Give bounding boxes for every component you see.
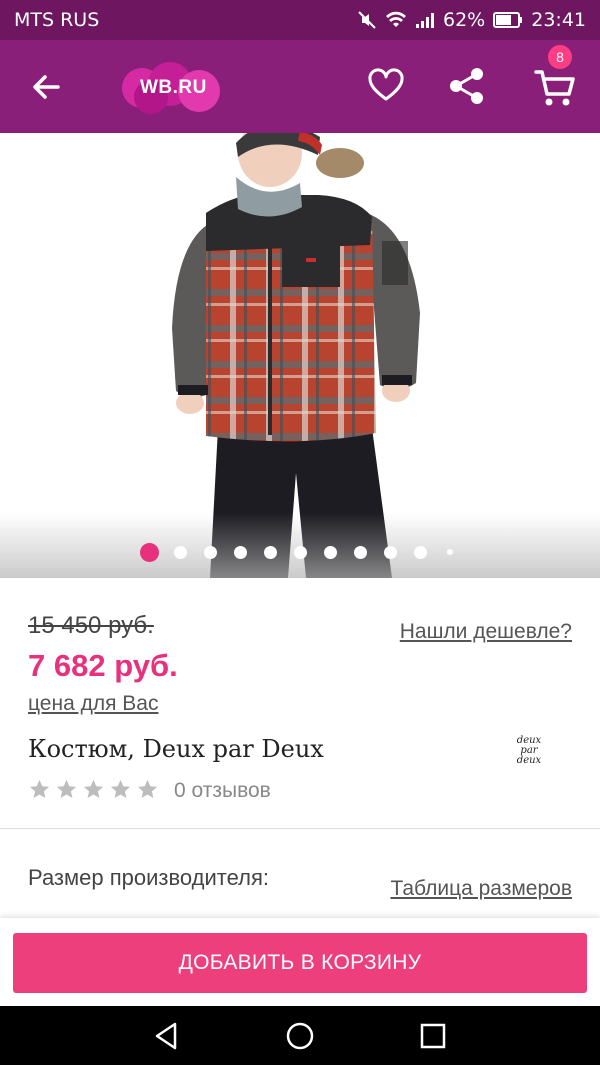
- wifi-icon: [385, 11, 407, 29]
- price-for-you-link[interactable]: цена для Вас: [28, 692, 158, 716]
- star-icon: [29, 779, 50, 799]
- current-price: 7 682 руб.: [28, 648, 178, 683]
- add-to-cart-button[interactable]: ДОБАВИТЬ В КОРЗИНУ: [13, 933, 587, 993]
- reviews-count[interactable]: 0 отзывов: [174, 779, 271, 803]
- gallery-dot[interactable]: [234, 546, 247, 559]
- back-button[interactable]: [26, 67, 66, 107]
- mute-icon: [357, 10, 377, 30]
- add-to-cart-bar: ДОБАВИТЬ В КОРЗИНУ: [0, 918, 600, 1006]
- nav-back-icon[interactable]: [151, 1020, 183, 1052]
- star-icon: [56, 779, 77, 799]
- favorite-button[interactable]: [367, 67, 405, 105]
- battery-percent: 62%: [443, 9, 486, 31]
- share-icon: [450, 68, 483, 104]
- found-cheaper-link[interactable]: Нашли дешевле?: [400, 620, 572, 644]
- battery-icon: [493, 12, 523, 28]
- star-icon: [137, 779, 158, 799]
- gallery-dot[interactable]: [294, 546, 307, 559]
- gallery-dot[interactable]: [384, 546, 397, 559]
- signal-icon: [415, 11, 435, 29]
- nav-home-icon[interactable]: [284, 1020, 316, 1052]
- product-title: Костюм, Deux par Deux: [28, 735, 324, 763]
- product-photo: [172, 133, 420, 578]
- share-button[interactable]: [447, 66, 487, 106]
- system-nav-bar: [0, 1006, 600, 1065]
- heart-icon: [368, 68, 404, 101]
- rating-stars[interactable]: [28, 778, 159, 801]
- brand-logo[interactable]: deux par deux: [510, 736, 548, 770]
- gallery-pagination: [0, 541, 600, 565]
- nav-recents-icon[interactable]: [417, 1020, 449, 1052]
- gallery-dot[interactable]: [324, 546, 337, 559]
- arrow-left-icon: [33, 75, 60, 99]
- product-image-gallery[interactable]: [0, 133, 600, 578]
- star-icon: [110, 779, 131, 799]
- gallery-dot[interactable]: [174, 546, 187, 559]
- star-icon: [83, 779, 104, 799]
- status-icons: 62% 23:41: [357, 9, 586, 31]
- divider: [0, 828, 600, 829]
- gallery-dot[interactable]: [354, 546, 367, 559]
- size-label: Размер производителя:: [28, 865, 270, 890]
- logo-text: WB.RU: [140, 77, 207, 98]
- gallery-dot[interactable]: [447, 549, 453, 555]
- gallery-dot[interactable]: [264, 546, 277, 559]
- cart-count-badge: 8: [548, 45, 572, 69]
- gallery-dot[interactable]: [204, 546, 217, 559]
- carrier-name: MTS RUS: [14, 9, 100, 31]
- brand-logo-line: deux: [516, 755, 542, 766]
- logo[interactable]: WB.RU: [118, 62, 228, 114]
- gallery-dot[interactable]: [140, 543, 159, 562]
- old-price: 15 450 руб.: [28, 612, 154, 639]
- status-bar: MTS RUS 62% 23:41: [0, 0, 600, 40]
- size-table-link[interactable]: Таблица размеров: [390, 877, 572, 901]
- app-bar: WB.RU 8: [0, 40, 600, 133]
- cart-button[interactable]: [533, 65, 577, 109]
- cart-icon: [534, 70, 575, 106]
- clock: 23:41: [531, 9, 586, 31]
- gallery-dot[interactable]: [414, 546, 427, 559]
